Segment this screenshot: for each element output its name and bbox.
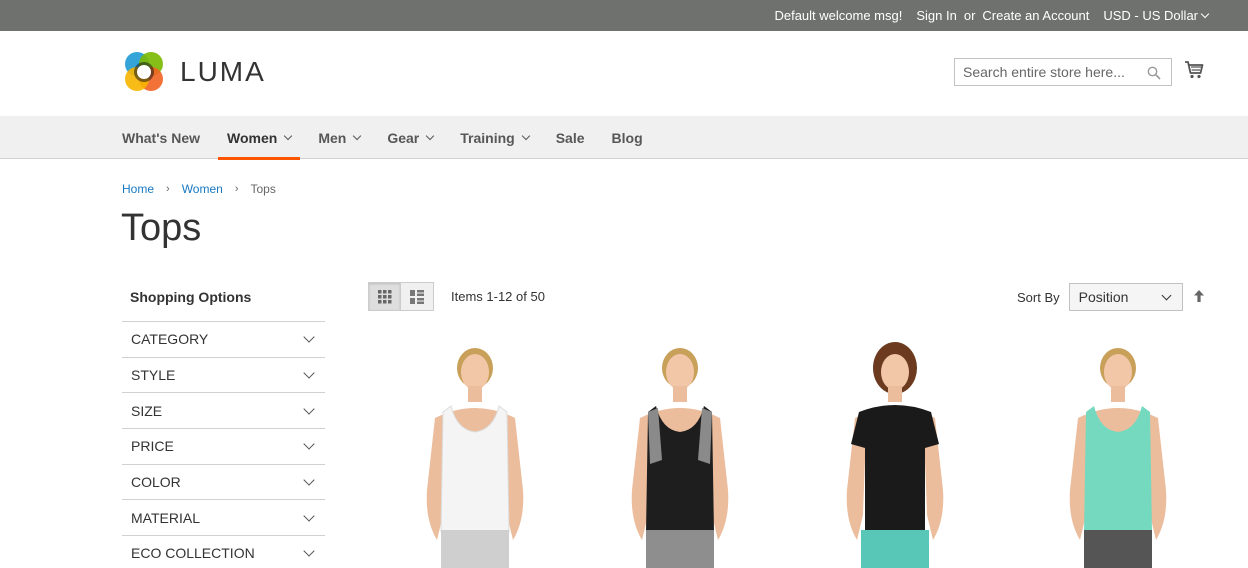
chevron-down-icon (284, 131, 293, 140)
breadcrumb-current: Tops (250, 182, 276, 196)
nav-item-men[interactable]: Men (318, 116, 362, 159)
or-text: or (963, 8, 976, 23)
sorter: Sort By Position (1017, 283, 1205, 311)
filter-label: PRICE (131, 438, 174, 455)
create-account-link[interactable]: Create an Account (982, 8, 1089, 23)
sort-by-label: Sort By (1017, 289, 1060, 305)
filter-color[interactable]: COLOR (122, 463, 325, 500)
filter-size[interactable]: SIZE (122, 392, 325, 428)
nav-item-training[interactable]: Training (460, 116, 530, 159)
search-box[interactable] (954, 58, 1172, 86)
layered-navigation: Shopping Options CATEGORY STYLE SIZE PRICE C… (122, 284, 325, 568)
chevron-down-icon (353, 131, 362, 140)
filter-category[interactable]: CATEGORY (122, 321, 325, 357)
product-image-black-grey-tank-top[interactable] (600, 340, 760, 568)
filter-label: CATEGORY (131, 331, 209, 348)
chevron-down-icon (426, 131, 435, 140)
filter-label: STYLE (131, 367, 176, 384)
nav-item-label: Women (227, 129, 278, 146)
welcome-message: Default welcome msg! (774, 8, 903, 23)
page-title: Tops (121, 207, 202, 249)
chevron-down-icon (303, 474, 315, 486)
search-icon[interactable] (1147, 66, 1161, 83)
top-bar: Default welcome msg! Sign In or Create a… (0, 0, 1248, 31)
breadcrumb-women[interactable]: Women (182, 182, 223, 196)
nav-item-sale[interactable]: Sale (556, 116, 585, 159)
filter-label: MATERIAL (131, 509, 200, 526)
luma-logo-icon (122, 50, 166, 94)
view-mode-switcher (368, 282, 434, 311)
grid-icon[interactable] (368, 282, 401, 311)
breadcrumb-separator-icon: › (234, 183, 239, 195)
chevron-down-icon (303, 510, 315, 522)
main-navigation: What's New Women Men Gear Training Sale Blog (0, 116, 1248, 160)
currency-label: USD - US Dollar (1103, 8, 1198, 23)
product-image-white-tank-top[interactable] (395, 340, 555, 568)
nav-item-gear[interactable]: Gear (387, 116, 435, 159)
nav-item-label: Gear (387, 129, 420, 146)
sign-in-link[interactable]: Sign In (916, 8, 956, 23)
breadcrumb-home[interactable]: Home (122, 182, 154, 196)
nav-item-label: Sale (555, 129, 585, 146)
breadcrumb: Home › Women › Tops (122, 182, 276, 196)
chevron-down-icon (303, 331, 315, 344)
list-icon[interactable] (401, 282, 434, 311)
filter-label: COLOR (131, 474, 181, 491)
nav-item-label: Training (460, 129, 515, 146)
breadcrumb-separator-icon: › (166, 183, 170, 195)
chevron-down-icon (303, 438, 315, 451)
filter-eco-collection[interactable]: ECO COLLECTION (122, 535, 325, 568)
nav-item-women[interactable]: Women (217, 116, 301, 160)
filter-label: SIZE (131, 402, 163, 419)
chevron-down-icon (303, 403, 315, 415)
chevron-down-icon (1200, 9, 1210, 18)
nav-item-label: Blog (611, 129, 643, 146)
nav-item-what-s-new[interactable]: What's New (122, 116, 200, 159)
cart-icon[interactable] (1184, 60, 1204, 85)
shopping-options-title: Shopping Options (130, 289, 252, 305)
currency-switcher[interactable]: USD - US Dollar (1103, 8, 1210, 23)
logo[interactable]: LUMA (122, 50, 266, 94)
chevron-down-icon (303, 545, 315, 558)
nav-item-label: Men (318, 129, 347, 146)
nav-item-blog[interactable]: Blog (612, 116, 643, 159)
chevron-down-icon (521, 131, 530, 140)
arrow-up-icon[interactable] (1193, 289, 1205, 306)
header-links: Default welcome msg! Sign In or Create a… (774, 0, 1210, 31)
sort-select-value: Position (1078, 289, 1129, 305)
product-image-black-tee[interactable] (815, 340, 975, 568)
product-image-mint-tank-top[interactable] (1038, 340, 1198, 568)
filter-label: ECO COLLECTION (131, 545, 255, 562)
search-input[interactable] (963, 64, 1143, 80)
chevron-down-icon (1161, 290, 1172, 300)
filter-style[interactable]: STYLE (122, 356, 325, 393)
chevron-down-icon (303, 367, 315, 379)
nav-item-label: What's New (122, 129, 201, 146)
filter-material[interactable]: MATERIAL (122, 499, 325, 535)
filter-price[interactable]: PRICE (122, 428, 325, 464)
logo-text: LUMA (180, 56, 266, 87)
toolbar-amount: Items 1-12 of 50 (451, 289, 545, 304)
sort-select[interactable]: Position (1068, 283, 1183, 311)
